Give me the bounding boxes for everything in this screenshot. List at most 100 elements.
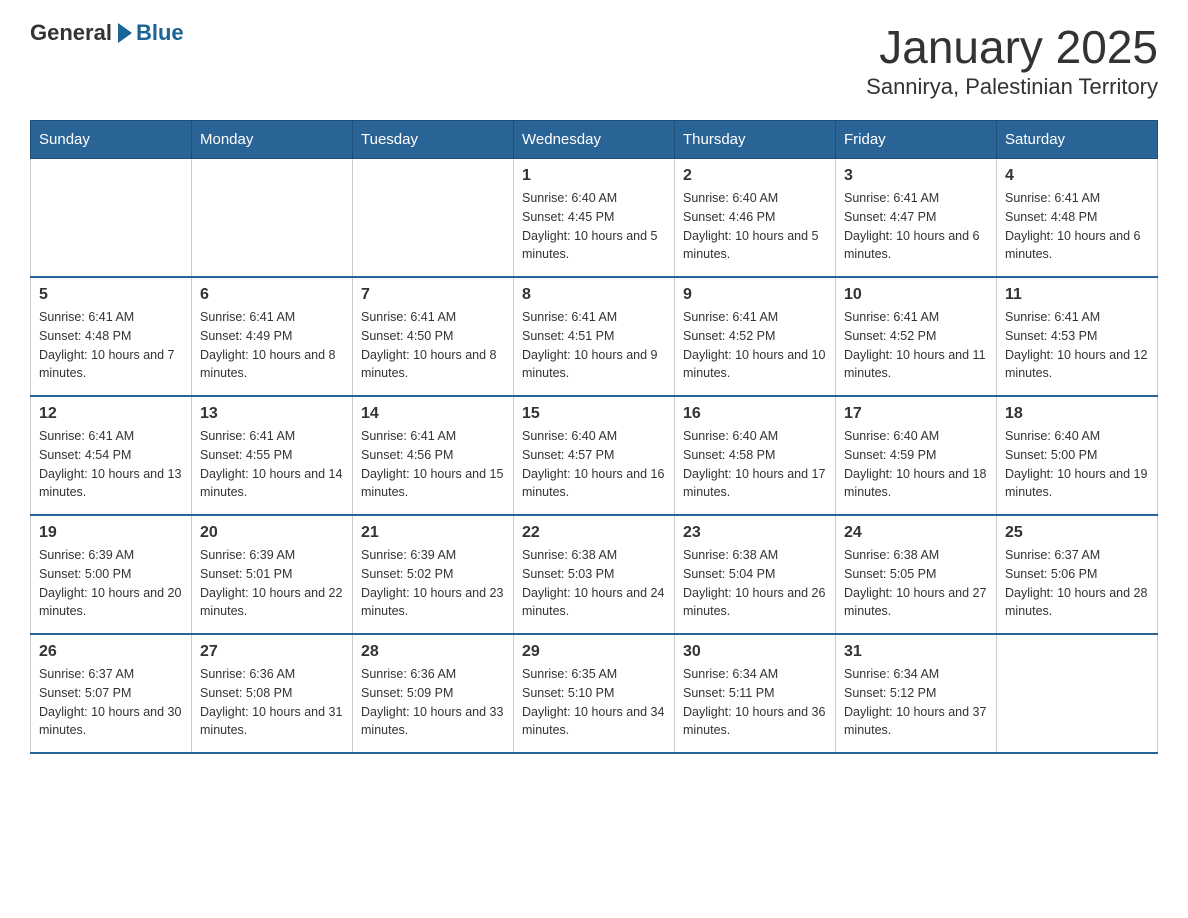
day-number: 27 xyxy=(200,643,344,661)
day-of-week-header: Wednesday xyxy=(514,121,675,159)
day-info: Sunrise: 6:38 AM Sunset: 5:05 PM Dayligh… xyxy=(844,546,988,621)
logo-general-text: General xyxy=(30,20,112,46)
day-info: Sunrise: 6:41 AM Sunset: 4:52 PM Dayligh… xyxy=(683,308,827,383)
day-info: Sunrise: 6:40 AM Sunset: 4:57 PM Dayligh… xyxy=(522,427,666,502)
day-number: 2 xyxy=(683,167,827,185)
day-of-week-header: Friday xyxy=(836,121,997,159)
calendar-cell: 26Sunrise: 6:37 AM Sunset: 5:07 PM Dayli… xyxy=(31,634,192,753)
calendar-cell xyxy=(192,159,353,278)
day-number: 16 xyxy=(683,405,827,423)
day-of-week-header: Saturday xyxy=(997,121,1158,159)
calendar-header-row: SundayMondayTuesdayWednesdayThursdayFrid… xyxy=(31,121,1158,159)
day-of-week-header: Monday xyxy=(192,121,353,159)
day-info: Sunrise: 6:40 AM Sunset: 4:59 PM Dayligh… xyxy=(844,427,988,502)
day-number: 26 xyxy=(39,643,183,661)
day-info: Sunrise: 6:37 AM Sunset: 5:06 PM Dayligh… xyxy=(1005,546,1149,621)
day-number: 4 xyxy=(1005,167,1149,185)
day-number: 28 xyxy=(361,643,505,661)
calendar-cell: 1 Sunrise: 6:40 AM Sunset: 4:45 PM Daylig… xyxy=(514,159,675,278)
calendar-cell: 22Sunrise: 6:38 AM Sunset: 5:03 PM Dayli… xyxy=(514,515,675,634)
calendar-cell: 11Sunrise: 6:41 AM Sunset: 4:53 PM Dayli… xyxy=(997,277,1158,396)
calendar-cell: 15 Sunrise: 6:40 AM Sunset: 4:57 PM Dayli… xyxy=(514,396,675,515)
calendar-cell: 9 Sunrise: 6:41 AM Sunset: 4:52 PM Daylig… xyxy=(675,277,836,396)
day-info: Sunrise: 6:41 AM Sunset: 4:54 PM Dayligh… xyxy=(39,427,183,502)
day-info: Sunrise: 6:40 AM Sunset: 4:46 PM Dayligh… xyxy=(683,189,827,264)
calendar-cell xyxy=(353,159,514,278)
logo-arrow-icon xyxy=(118,23,132,43)
calendar-cell: 16Sunrise: 6:40 AM Sunset: 4:58 PM Dayli… xyxy=(675,396,836,515)
calendar-cell: 31 Sunrise: 6:34 AM Sunset: 5:12 PM Dayli… xyxy=(836,634,997,753)
day-info: Sunrise: 6:36 AM Sunset: 5:08 PM Dayligh… xyxy=(200,665,344,740)
calendar-cell: 24 Sunrise: 6:38 AM Sunset: 5:05 PM Dayli… xyxy=(836,515,997,634)
calendar-cell xyxy=(31,159,192,278)
day-info: Sunrise: 6:40 AM Sunset: 4:45 PM Dayligh… xyxy=(522,189,666,264)
calendar-week-row: 12 Sunrise: 6:41 AM Sunset: 4:54 PM Dayli… xyxy=(31,396,1158,515)
calendar-cell: 19 Sunrise: 6:39 AM Sunset: 5:00 PM Dayli… xyxy=(31,515,192,634)
calendar-cell: 25 Sunrise: 6:37 AM Sunset: 5:06 PM Dayli… xyxy=(997,515,1158,634)
title-block: January 2025 Sannirya, Palestinian Terri… xyxy=(866,20,1158,100)
day-number: 25 xyxy=(1005,524,1149,542)
day-info: Sunrise: 6:41 AM Sunset: 4:55 PM Dayligh… xyxy=(200,427,344,502)
calendar-cell: 20 Sunrise: 6:39 AM Sunset: 5:01 PM Dayli… xyxy=(192,515,353,634)
day-number: 5 xyxy=(39,286,183,304)
day-info: Sunrise: 6:34 AM Sunset: 5:11 PM Dayligh… xyxy=(683,665,827,740)
calendar-cell: 14Sunrise: 6:41 AM Sunset: 4:56 PM Dayli… xyxy=(353,396,514,515)
calendar-cell: 12 Sunrise: 6:41 AM Sunset: 4:54 PM Dayli… xyxy=(31,396,192,515)
logo: General Blue xyxy=(30,20,184,46)
calendar-cell: 21Sunrise: 6:39 AM Sunset: 5:02 PM Dayli… xyxy=(353,515,514,634)
day-of-week-header: Tuesday xyxy=(353,121,514,159)
calendar-week-row: 19 Sunrise: 6:39 AM Sunset: 5:00 PM Dayli… xyxy=(31,515,1158,634)
logo-blue-text: Blue xyxy=(136,20,184,46)
day-number: 21 xyxy=(361,524,505,542)
calendar-cell: 28 Sunrise: 6:36 AM Sunset: 5:09 PM Dayli… xyxy=(353,634,514,753)
day-number: 23 xyxy=(683,524,827,542)
day-number: 9 xyxy=(683,286,827,304)
day-info: Sunrise: 6:40 AM Sunset: 5:00 PM Dayligh… xyxy=(1005,427,1149,502)
day-number: 19 xyxy=(39,524,183,542)
page-header: General Blue January 2025 Sannirya, Pale… xyxy=(30,20,1158,100)
day-info: Sunrise: 6:41 AM Sunset: 4:49 PM Dayligh… xyxy=(200,308,344,383)
day-number: 17 xyxy=(844,405,988,423)
day-info: Sunrise: 6:38 AM Sunset: 5:04 PM Dayligh… xyxy=(683,546,827,621)
calendar-cell: 18 Sunrise: 6:40 AM Sunset: 5:00 PM Dayli… xyxy=(997,396,1158,515)
day-number: 1 xyxy=(522,167,666,185)
day-info: Sunrise: 6:36 AM Sunset: 5:09 PM Dayligh… xyxy=(361,665,505,740)
day-info: Sunrise: 6:39 AM Sunset: 5:01 PM Dayligh… xyxy=(200,546,344,621)
day-number: 13 xyxy=(200,405,344,423)
calendar-cell: 6 Sunrise: 6:41 AM Sunset: 4:49 PM Daylig… xyxy=(192,277,353,396)
calendar-cell: 27 Sunrise: 6:36 AM Sunset: 5:08 PM Dayli… xyxy=(192,634,353,753)
day-number: 11 xyxy=(1005,286,1149,304)
day-info: Sunrise: 6:41 AM Sunset: 4:52 PM Dayligh… xyxy=(844,308,988,383)
calendar-cell: 3Sunrise: 6:41 AM Sunset: 4:47 PM Daylig… xyxy=(836,159,997,278)
day-number: 24 xyxy=(844,524,988,542)
calendar-cell: 30 Sunrise: 6:34 AM Sunset: 5:11 PM Dayli… xyxy=(675,634,836,753)
calendar-title: January 2025 xyxy=(866,20,1158,74)
calendar-cell: 13 Sunrise: 6:41 AM Sunset: 4:55 PM Dayli… xyxy=(192,396,353,515)
day-number: 15 xyxy=(522,405,666,423)
day-info: Sunrise: 6:41 AM Sunset: 4:51 PM Dayligh… xyxy=(522,308,666,383)
day-number: 6 xyxy=(200,286,344,304)
day-info: Sunrise: 6:41 AM Sunset: 4:56 PM Dayligh… xyxy=(361,427,505,502)
calendar-cell: 17 Sunrise: 6:40 AM Sunset: 4:59 PM Dayli… xyxy=(836,396,997,515)
day-number: 31 xyxy=(844,643,988,661)
calendar-table: SundayMondayTuesdayWednesdayThursdayFrid… xyxy=(30,120,1158,754)
calendar-week-row: 26Sunrise: 6:37 AM Sunset: 5:07 PM Dayli… xyxy=(31,634,1158,753)
calendar-cell: 10 Sunrise: 6:41 AM Sunset: 4:52 PM Dayli… xyxy=(836,277,997,396)
calendar-subtitle: Sannirya, Palestinian Territory xyxy=(866,74,1158,100)
day-number: 3 xyxy=(844,167,988,185)
day-number: 30 xyxy=(683,643,827,661)
day-info: Sunrise: 6:35 AM Sunset: 5:10 PM Dayligh… xyxy=(522,665,666,740)
day-number: 12 xyxy=(39,405,183,423)
day-info: Sunrise: 6:38 AM Sunset: 5:03 PM Dayligh… xyxy=(522,546,666,621)
day-info: Sunrise: 6:39 AM Sunset: 5:00 PM Dayligh… xyxy=(39,546,183,621)
day-number: 20 xyxy=(200,524,344,542)
day-info: Sunrise: 6:34 AM Sunset: 5:12 PM Dayligh… xyxy=(844,665,988,740)
day-info: Sunrise: 6:41 AM Sunset: 4:50 PM Dayligh… xyxy=(361,308,505,383)
calendar-cell: 5Sunrise: 6:41 AM Sunset: 4:48 PM Daylig… xyxy=(31,277,192,396)
day-of-week-header: Thursday xyxy=(675,121,836,159)
day-number: 10 xyxy=(844,286,988,304)
calendar-cell: 8Sunrise: 6:41 AM Sunset: 4:51 PM Daylig… xyxy=(514,277,675,396)
day-info: Sunrise: 6:41 AM Sunset: 4:48 PM Dayligh… xyxy=(1005,189,1149,264)
day-number: 18 xyxy=(1005,405,1149,423)
calendar-cell xyxy=(997,634,1158,753)
